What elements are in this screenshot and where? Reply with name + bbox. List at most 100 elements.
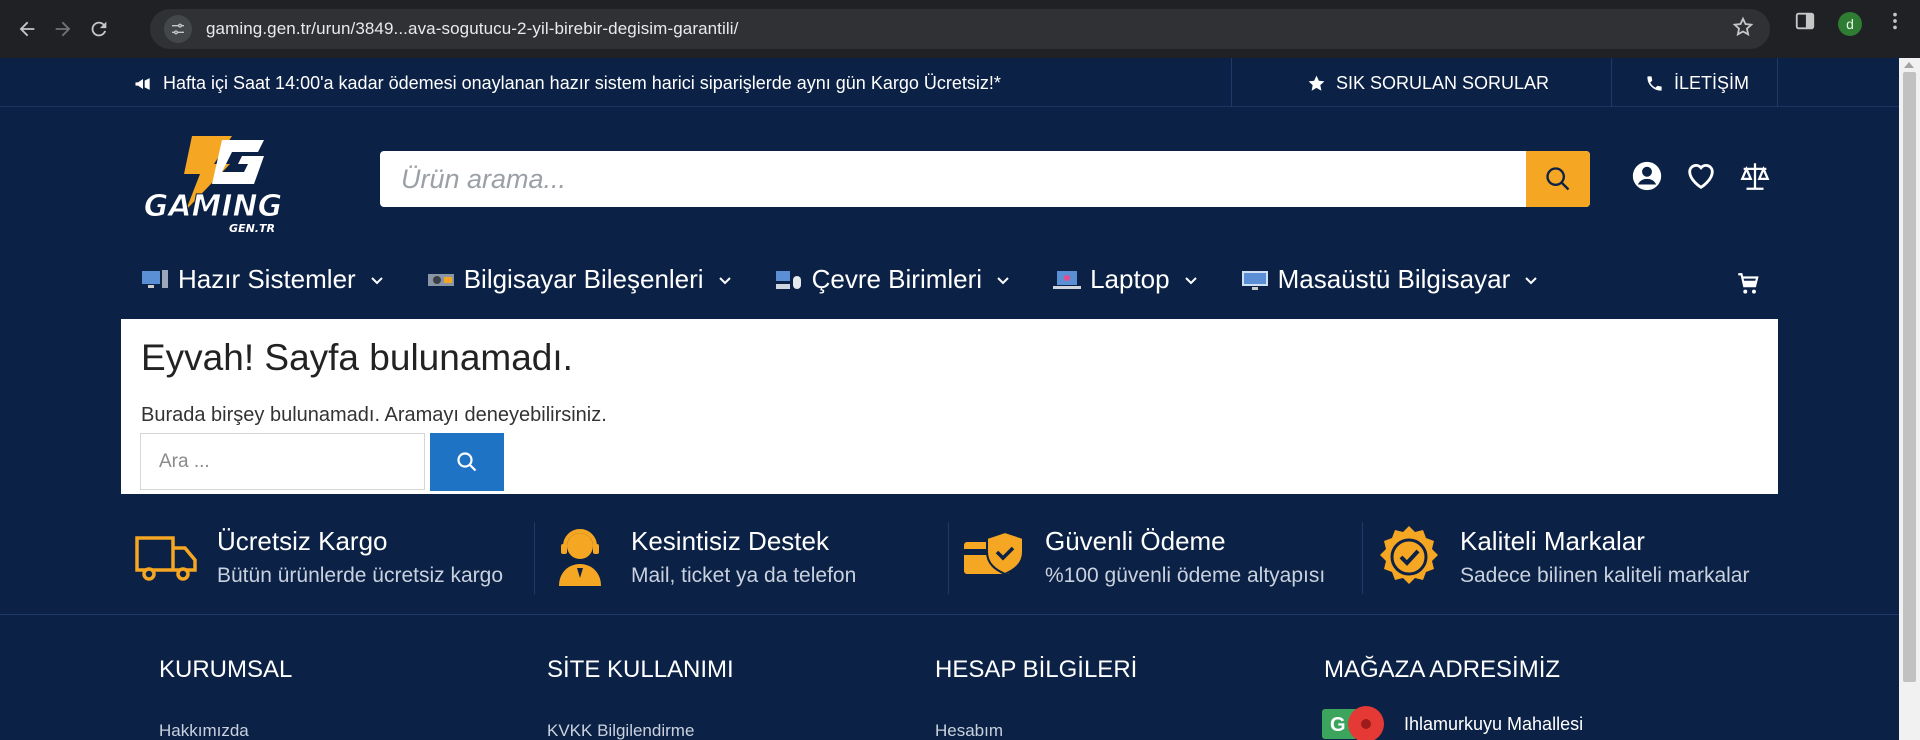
search-icon — [457, 452, 477, 472]
site-search-button[interactable] — [430, 433, 504, 491]
footer-heading: HESAP BİLGİLERİ — [935, 656, 1138, 683]
faq-link[interactable]: SIK SORULAN SORULAR — [1307, 73, 1549, 94]
support-agent-icon — [559, 529, 601, 586]
account-icon[interactable] — [1630, 159, 1664, 193]
site-settings-icon[interactable] — [164, 15, 192, 43]
store-address: G Ihlamurkuyu Mahallesi — [1322, 706, 1583, 740]
url-text: gaming.gen.tr/urun/3849...ava-sogutucu-2… — [206, 19, 739, 38]
feature-description: Sadece bilinen kaliteli markalar — [1460, 564, 1750, 587]
browser-toolbar: gaming.gen.tr/urun/3849...ava-sogutucu-2… — [0, 0, 1920, 58]
main-menu: Hazır Sistemler Bilgisayar Bileşenleri Ç… — [140, 264, 1580, 295]
page-title: Eyvah! Sayfa bulunamadı. — [141, 337, 573, 378]
menu-item-laptop[interactable]: Laptop — [1052, 264, 1198, 295]
site-search-input[interactable]: Ara ... — [140, 433, 425, 490]
feature-title: Güvenli Ödeme — [1045, 526, 1226, 556]
feature-title: Kaliteli Markalar — [1460, 526, 1645, 556]
footer-link-hesabim[interactable]: Hesabım — [935, 721, 1003, 740]
kebab-menu-icon[interactable] — [1884, 10, 1906, 37]
location-pin-icon[interactable] — [1348, 706, 1384, 740]
menu-item-masaustu-bilgisayar[interactable]: Masaüstü Bilgisayar — [1240, 264, 1539, 295]
side-panel-icon[interactable] — [1794, 10, 1816, 37]
compare-scale-icon[interactable] — [1738, 159, 1772, 193]
back-button[interactable] — [9, 11, 45, 47]
logo-subtext: GEN.TR — [229, 222, 275, 235]
monitor-icon — [1241, 270, 1268, 290]
search-placeholder: Ürün arama... — [401, 164, 567, 194]
site-logo[interactable]: GAMING GEN.TR — [122, 128, 304, 238]
menu-label: Laptop — [1090, 264, 1170, 294]
divider — [1362, 522, 1363, 594]
quality-badge-icon — [1380, 526, 1438, 584]
phone-icon — [1647, 76, 1662, 91]
footer-heading: KURUMSAL — [159, 656, 293, 683]
announcement-text: Hafta içi Saat 14:00'a kadar ödemesi ona… — [163, 73, 1001, 93]
not-found-message: Burada birşey bulunamadı. Aramayı deneye… — [141, 404, 607, 426]
divider — [948, 522, 949, 594]
product-search[interactable]: Ürün arama... — [380, 151, 1590, 207]
menu-item-bilgisayar-bilesenleri[interactable]: Bilgisayar Bileşenleri — [426, 264, 732, 295]
menu-label: Hazır Sistemler — [178, 264, 356, 294]
store-address-text: Ihlamurkuyu Mahallesi — [1404, 713, 1584, 734]
contact-link[interactable]: İLETİŞİM — [1645, 73, 1749, 94]
footer-column-magaza-adresimiz: MAĞAZA ADRESİMİZ — [1324, 656, 1560, 684]
footer-column-kurumsal: KURUMSAL Hakkımızda — [159, 656, 293, 740]
desktop-setup-icon — [142, 269, 168, 288]
search-icon — [1546, 167, 1570, 191]
divider — [1777, 58, 1778, 107]
cart-button[interactable] — [1735, 271, 1761, 302]
star-icon — [1308, 75, 1325, 91]
chevron-down-icon — [1184, 276, 1197, 284]
graphics-card-icon — [427, 273, 454, 286]
menu-label: Çevre Birimleri — [811, 264, 983, 294]
forward-button[interactable] — [45, 11, 81, 47]
arrow-right-icon — [55, 21, 71, 37]
arrow-left-icon — [19, 21, 35, 37]
chevron-down-icon — [370, 276, 383, 284]
address-bar[interactable]: gaming.gen.tr/urun/3849...ava-sogutucu-2… — [150, 9, 1770, 49]
bookmark-star-icon[interactable] — [1732, 16, 1754, 43]
scroll-up-arrow-icon[interactable] — [1904, 62, 1914, 68]
feature-title: Ücretsiz Kargo — [217, 526, 388, 556]
menu-item-hazir-sistemler[interactable]: Hazır Sistemler — [140, 264, 384, 295]
profile-avatar[interactable]: d — [1838, 11, 1862, 36]
footer-column-hesap-bilgileri: HESAP BİLGİLERİ Hesabım — [935, 656, 1138, 740]
laptop-icon — [1053, 270, 1082, 289]
feature-description: %100 güvenli ödeme altyapısı — [1045, 564, 1326, 587]
faq-label: SIK SORULAN SORULAR — [1336, 73, 1550, 93]
chevron-down-icon — [1525, 276, 1537, 284]
truck-icon — [135, 536, 197, 581]
footer-column-site-kullanimi: SİTE KULLANIMI KVKK Bilgilendirme — [547, 656, 734, 740]
menu-label: Bilgisayar Bileşenleri — [463, 264, 704, 294]
scrollbar-thumb[interactable] — [1903, 72, 1916, 682]
chevron-down-icon — [718, 276, 731, 284]
divider — [534, 522, 535, 594]
menu-item-cevre-birimleri[interactable]: Çevre Birimleri — [774, 264, 1010, 295]
footer-heading: MAĞAZA ADRESİMİZ — [1324, 656, 1561, 683]
wishlist-heart-icon[interactable] — [1684, 159, 1718, 193]
page-scrollbar[interactable] — [1899, 58, 1920, 740]
reload-button[interactable] — [81, 11, 117, 47]
peripherals-icon — [775, 270, 801, 289]
site-search-placeholder: Ara ... — [159, 451, 210, 472]
contact-label: İLETİŞİM — [1674, 73, 1750, 93]
web-page: Hafta içi Saat 14:00'a kadar ödemesi ona… — [0, 58, 1899, 740]
footer-link-hakkimizda[interactable]: Hakkımızda — [159, 721, 249, 740]
features-strip: Ücretsiz Kargo Bütün ürünlerde ücretsiz … — [0, 494, 1899, 615]
divider — [1231, 58, 1232, 107]
not-found-section: Eyvah! Sayfa bulunamadı. Burada birşey b… — [121, 319, 1778, 494]
feature-description: Bütün ürünlerde ücretsiz kargo — [217, 564, 503, 587]
header-actions — [1630, 159, 1772, 193]
announcement: Hafta içi Saat 14:00'a kadar ödemesi ona… — [133, 73, 1001, 94]
logo-wordmark: GAMING — [144, 189, 283, 224]
footer-heading: SİTE KULLANIMI — [547, 656, 734, 683]
search-button[interactable] — [1526, 151, 1590, 207]
megaphone-icon — [135, 77, 150, 90]
chevron-down-icon — [997, 276, 1009, 284]
announcement-bar: Hafta içi Saat 14:00'a kadar ödemesi ona… — [0, 58, 1899, 107]
secure-card-icon — [964, 530, 1024, 576]
reload-icon — [91, 21, 107, 37]
footer-link-kvkk[interactable]: KVKK Bilgilendirme — [547, 721, 694, 740]
divider — [1611, 58, 1612, 107]
shopping-cart-icon — [1738, 273, 1759, 294]
feature-description: Mail, ticket ya da telefon — [631, 564, 857, 587]
